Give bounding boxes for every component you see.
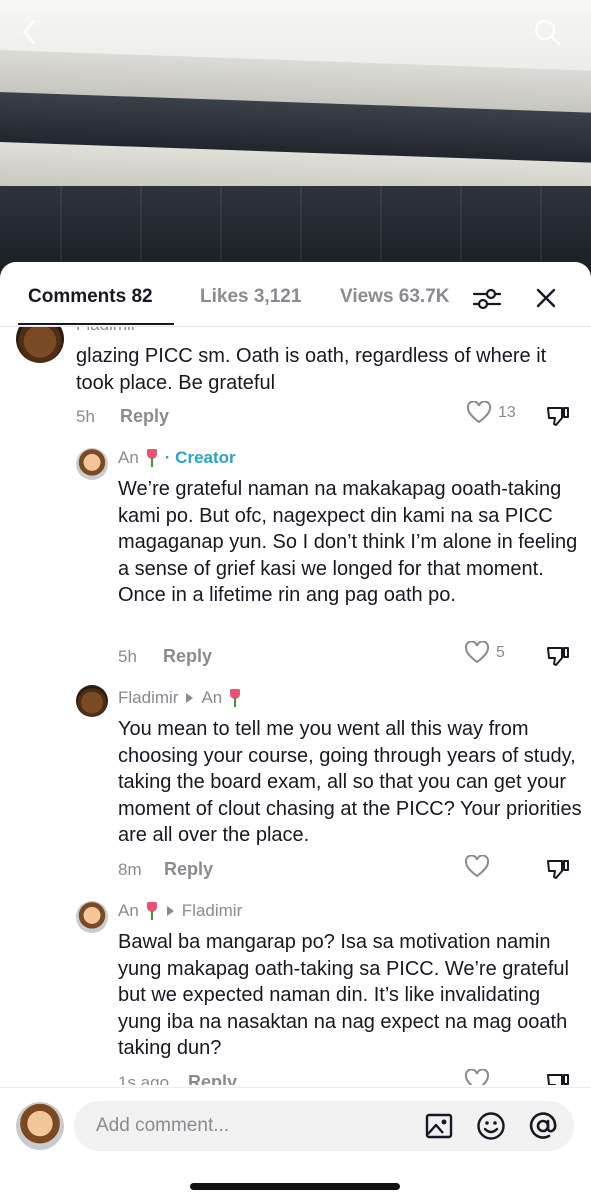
comment-username[interactable]: Fladimir — [76, 327, 136, 335]
heart-icon — [464, 641, 490, 664]
reply-arrow-icon — [186, 693, 194, 703]
tab-comments[interactable]: Comments 82 — [28, 286, 153, 308]
tulip-emoji-icon — [228, 689, 242, 707]
dislike-icon — [547, 407, 569, 426]
dislike-button[interactable] — [545, 1071, 571, 1085]
avatar[interactable] — [76, 448, 108, 480]
comment-input-placeholder: Add comment... — [96, 1115, 230, 1136]
comments-sheet: Comments 82 Likes 3,121 Views 63.7K Flad… — [0, 262, 591, 1200]
reply-button[interactable]: Reply — [120, 406, 169, 427]
dislike-icon — [547, 647, 569, 666]
dislike-icon — [547, 1074, 569, 1085]
avatar[interactable] — [76, 901, 108, 933]
like-count: 13 — [498, 404, 516, 421]
avatar[interactable] — [76, 685, 108, 717]
comment-time: 5h — [118, 647, 137, 666]
heart-icon — [464, 1069, 490, 1085]
comment-text: glazing PICC sm. Oath is oath, regardles… — [76, 345, 547, 394]
filter-button[interactable] — [470, 282, 504, 316]
comment-text: We’re grateful naman na makakapag ooath-… — [118, 478, 578, 607]
reply-button[interactable]: Reply — [163, 646, 212, 667]
dislike-icon — [547, 860, 569, 879]
like-count: 5 — [496, 644, 505, 661]
like-button[interactable]: 13 — [466, 401, 516, 425]
tulip-emoji-icon — [145, 449, 159, 467]
image-button[interactable] — [424, 1111, 454, 1141]
video-background — [0, 0, 591, 290]
tab-views[interactable]: Views 63.7K — [340, 286, 450, 308]
close-button[interactable] — [530, 282, 562, 314]
my-avatar[interactable] — [16, 1102, 64, 1150]
reply-arrow-icon — [166, 906, 174, 916]
comment-username[interactable]: Fladimir An — [118, 688, 242, 708]
tab-likes[interactable]: Likes 3,121 — [200, 286, 301, 308]
comment-time: 8m — [118, 860, 142, 879]
active-tab-indicator — [18, 323, 174, 325]
comment-input-bar: Add comment... — [0, 1087, 591, 1201]
heart-icon — [464, 855, 490, 878]
image-icon — [425, 1113, 453, 1139]
mention-button[interactable] — [528, 1111, 558, 1141]
emoji-button[interactable] — [476, 1111, 506, 1141]
like-button[interactable] — [464, 855, 490, 879]
back-chevron-icon — [22, 19, 36, 45]
comment-tabs: Comments 82 Likes 3,121 Views 63.7K — [0, 262, 591, 327]
back-button[interactable] — [12, 14, 48, 50]
dislike-button[interactable] — [545, 857, 571, 886]
at-mention-icon — [529, 1112, 557, 1139]
close-icon — [536, 288, 556, 308]
emoji-icon — [477, 1112, 505, 1140]
comment-time: 5h — [76, 407, 95, 426]
creator-badge: · Creator — [164, 448, 236, 467]
avatar[interactable] — [16, 327, 64, 363]
comment-input[interactable]: Add comment... — [74, 1101, 574, 1151]
comment-text: You mean to tell me you went all this wa… — [118, 718, 582, 847]
like-button[interactable]: 5 — [464, 641, 505, 665]
comment-time: 1s ago — [118, 1073, 170, 1085]
reply-button[interactable]: Reply — [164, 859, 213, 880]
comment-list[interactable]: Fladimir glazing PICC sm. Oath is oath, … — [0, 327, 591, 1085]
search-button[interactable] — [529, 14, 565, 50]
dislike-button[interactable] — [545, 644, 571, 673]
home-indicator — [190, 1183, 400, 1190]
comment-text: Bawal ba mangarap po? Isa sa motivation … — [118, 931, 569, 1060]
filter-sliders-icon — [472, 288, 502, 310]
like-button[interactable] — [464, 1069, 490, 1085]
comment-username[interactable]: An Fladimir — [118, 901, 242, 921]
tulip-emoji-icon — [145, 902, 159, 920]
dislike-button[interactable] — [545, 404, 571, 433]
heart-icon — [466, 401, 492, 424]
comment-username[interactable]: An · Creator — [118, 448, 236, 468]
reply-button[interactable]: Reply — [188, 1072, 237, 1085]
search-icon — [534, 19, 561, 46]
